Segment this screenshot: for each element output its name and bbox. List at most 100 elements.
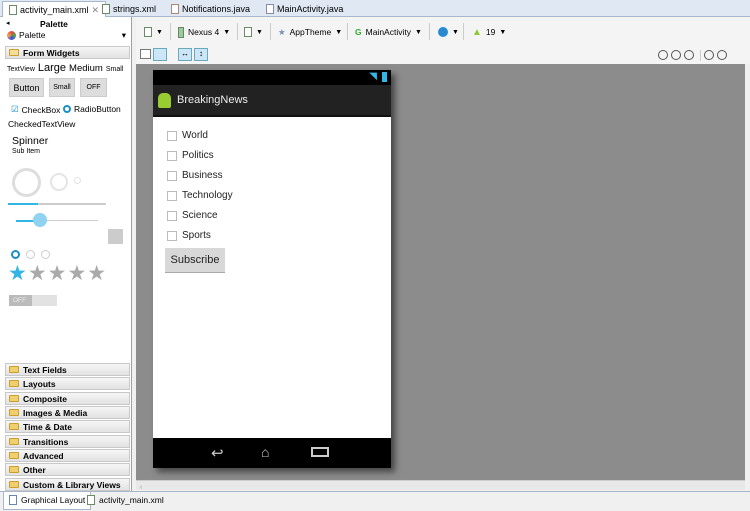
folder-icon xyxy=(9,409,19,416)
zoom-real-icon[interactable] xyxy=(671,50,681,60)
widget-small[interactable]: Small xyxy=(106,66,124,73)
home-icon[interactable]: ⌂ xyxy=(261,444,269,460)
fill-width-icon[interactable]: ↔ xyxy=(178,48,192,61)
tab-label: Graphical Layout xyxy=(21,495,86,505)
recents-icon[interactable] xyxy=(311,447,329,457)
collapse-arrow-icon[interactable]: ◂ xyxy=(6,19,10,27)
widget-progress-normal[interactable] xyxy=(50,173,68,191)
zoom-fit-icon[interactable] xyxy=(658,50,668,60)
checkbox-business[interactable]: Business xyxy=(167,170,223,181)
star-icon: ★ xyxy=(8,262,28,285)
palette-selector[interactable]: Palette ▾ xyxy=(5,30,130,43)
widget-progress-horizontal[interactable] xyxy=(8,203,106,205)
zoom-in-icon[interactable] xyxy=(717,50,727,60)
checkbox-label: Business xyxy=(182,170,223,181)
horizontal-scrollbar[interactable]: ‹ xyxy=(136,480,745,491)
widget-textview[interactable]: TextView xyxy=(7,66,35,73)
app-title: BreakingNews xyxy=(177,94,248,106)
tab-label: activity_main.xml xyxy=(20,5,89,15)
zoom-out-icon[interactable] xyxy=(704,50,714,60)
wifi-icon: ◥ xyxy=(369,71,377,82)
widget-checkedtextview[interactable]: CheckedTextView xyxy=(8,119,75,129)
widget-toggle-button[interactable]: OFF xyxy=(80,78,107,97)
xml-file-icon xyxy=(9,5,17,15)
category-layouts[interactable]: Layouts xyxy=(5,377,130,390)
widget-checkbox[interactable]: ☑ CheckBox xyxy=(11,104,60,115)
category-transitions[interactable]: Transitions xyxy=(5,435,130,448)
widget-spinner[interactable]: Spinner xyxy=(12,135,48,147)
category-text-fields[interactable]: Text Fields xyxy=(5,363,130,376)
widget-medium[interactable]: Medium xyxy=(69,63,103,74)
layout-icon xyxy=(9,495,17,505)
widget-large[interactable]: Large xyxy=(38,62,66,74)
zoom-100-icon[interactable] xyxy=(684,50,694,60)
tab-label: strings.xml xyxy=(113,4,157,14)
checkbox-world[interactable]: World xyxy=(167,130,208,141)
checkbox-politics[interactable]: Politics xyxy=(167,150,214,161)
palette-header: Palette xyxy=(40,19,68,29)
checkbox-label: Sports xyxy=(182,230,211,241)
xml-file-icon xyxy=(87,495,95,505)
action-bar: BreakingNews xyxy=(153,85,391,117)
layout-vertical-icon[interactable] xyxy=(153,48,167,61)
widget-small-button[interactable]: Small xyxy=(49,78,75,97)
fill-height-icon[interactable]: ↕ xyxy=(194,48,208,61)
tab-label: activity_main.xml xyxy=(99,495,164,505)
category-advanced[interactable]: Advanced xyxy=(5,449,130,462)
category-other[interactable]: Other xyxy=(5,463,130,476)
checkbox-sports[interactable]: Sports xyxy=(167,230,211,241)
widget-label: RadioButton xyxy=(74,104,121,114)
java-file-icon xyxy=(266,4,274,14)
tab-notifications-java[interactable]: Notifications.java xyxy=(165,1,256,17)
widget-progress-small[interactable] xyxy=(74,177,81,184)
category-form-widgets[interactable]: Form Widgets xyxy=(5,46,130,59)
widget-button[interactable]: Button xyxy=(9,78,44,97)
back-icon[interactable]: ↩ xyxy=(211,444,224,462)
subscribe-button[interactable]: Subscribe xyxy=(165,248,225,273)
widget-ratingbar[interactable]: ★★★★★ xyxy=(8,261,107,286)
config-chooser[interactable]: ▼ xyxy=(144,25,163,39)
checkbox-science[interactable]: Science xyxy=(167,210,218,221)
category-time-date[interactable]: Time & Date xyxy=(5,420,130,433)
widget-progress-large[interactable] xyxy=(12,168,41,197)
widget-radiobutton[interactable]: RadioButton xyxy=(63,104,121,114)
navigation-bar: ↩ ⌂ xyxy=(153,438,391,468)
folder-icon xyxy=(9,466,19,473)
checkbox-technology[interactable]: Technology xyxy=(167,190,233,201)
tab-activity-main-xml[interactable]: activity_main.xml ✕ xyxy=(2,1,107,17)
locale-dropdown[interactable]: ▼ xyxy=(438,25,459,39)
layout-horizontal-icon[interactable] xyxy=(140,49,151,59)
battery-icon xyxy=(382,72,387,82)
category-custom-library-views[interactable]: Custom & Library Views xyxy=(5,478,130,491)
widget-quickcontactbadge[interactable] xyxy=(108,229,123,244)
palette-panel: ◂ Palette Palette ▾ Form Widgets TextView… xyxy=(0,17,132,491)
theme-dropdown[interactable]: ★ AppTheme ▼ xyxy=(278,25,342,39)
status-bar: ◥ xyxy=(153,70,391,85)
chevron-down-icon: ▾ xyxy=(121,30,126,40)
java-file-icon xyxy=(171,4,179,14)
tab-graphical-layout[interactable]: Graphical Layout xyxy=(3,492,92,510)
category-label: Text Fields xyxy=(23,365,67,375)
folder-icon xyxy=(9,438,19,445)
star-icon: ★ xyxy=(278,26,286,37)
rotate-icon xyxy=(244,27,252,37)
widget-switch[interactable]: OFF xyxy=(9,295,57,306)
activity-icon: G xyxy=(355,27,362,37)
api-label: 19 xyxy=(485,27,496,37)
api-level-dropdown[interactable]: ▲ 19 ▼ xyxy=(472,25,506,39)
category-label: Advanced xyxy=(23,451,64,461)
device-dropdown[interactable]: Nexus 4 ▼ xyxy=(178,25,230,39)
category-label: Other xyxy=(23,465,46,475)
widget-radiogroup[interactable] xyxy=(11,250,50,259)
category-images-media[interactable]: Images & Media xyxy=(5,406,130,419)
tab-mainactivity-java[interactable]: MainActivity.java xyxy=(260,1,349,17)
tab-xml-source[interactable]: activity_main.xml xyxy=(82,492,169,510)
category-composite[interactable]: Composite xyxy=(5,392,130,405)
activity-dropdown[interactable]: G MainActivity ▼ xyxy=(355,25,422,39)
tab-strings-xml[interactable]: strings.xml xyxy=(96,1,162,17)
category-label: Time & Date xyxy=(23,422,72,432)
zoom-controls xyxy=(658,50,730,61)
orientation-dropdown[interactable]: ▼ xyxy=(244,25,263,39)
config-icon xyxy=(144,27,152,37)
widget-seekbar[interactable] xyxy=(16,213,98,227)
